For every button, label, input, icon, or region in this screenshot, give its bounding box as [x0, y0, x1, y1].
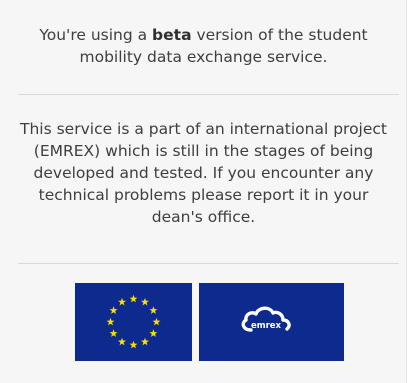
emrex-cloud-icon: emrex — [199, 283, 344, 361]
beta-info-panel: You're using a beta version of the stude… — [0, 0, 407, 383]
divider — [18, 94, 399, 95]
beta-notice-emphasis: beta — [152, 26, 192, 44]
eu-flag-icon — [75, 283, 192, 361]
beta-notice: You're using a beta version of the stude… — [16, 24, 391, 68]
emrex-logo-text: emrex — [251, 321, 282, 331]
project-notice: This service is a part of an internation… — [20, 120, 387, 226]
beta-notice-prefix: You're using a — [39, 26, 153, 44]
logos-row: emrex — [75, 283, 344, 361]
divider — [18, 263, 399, 264]
